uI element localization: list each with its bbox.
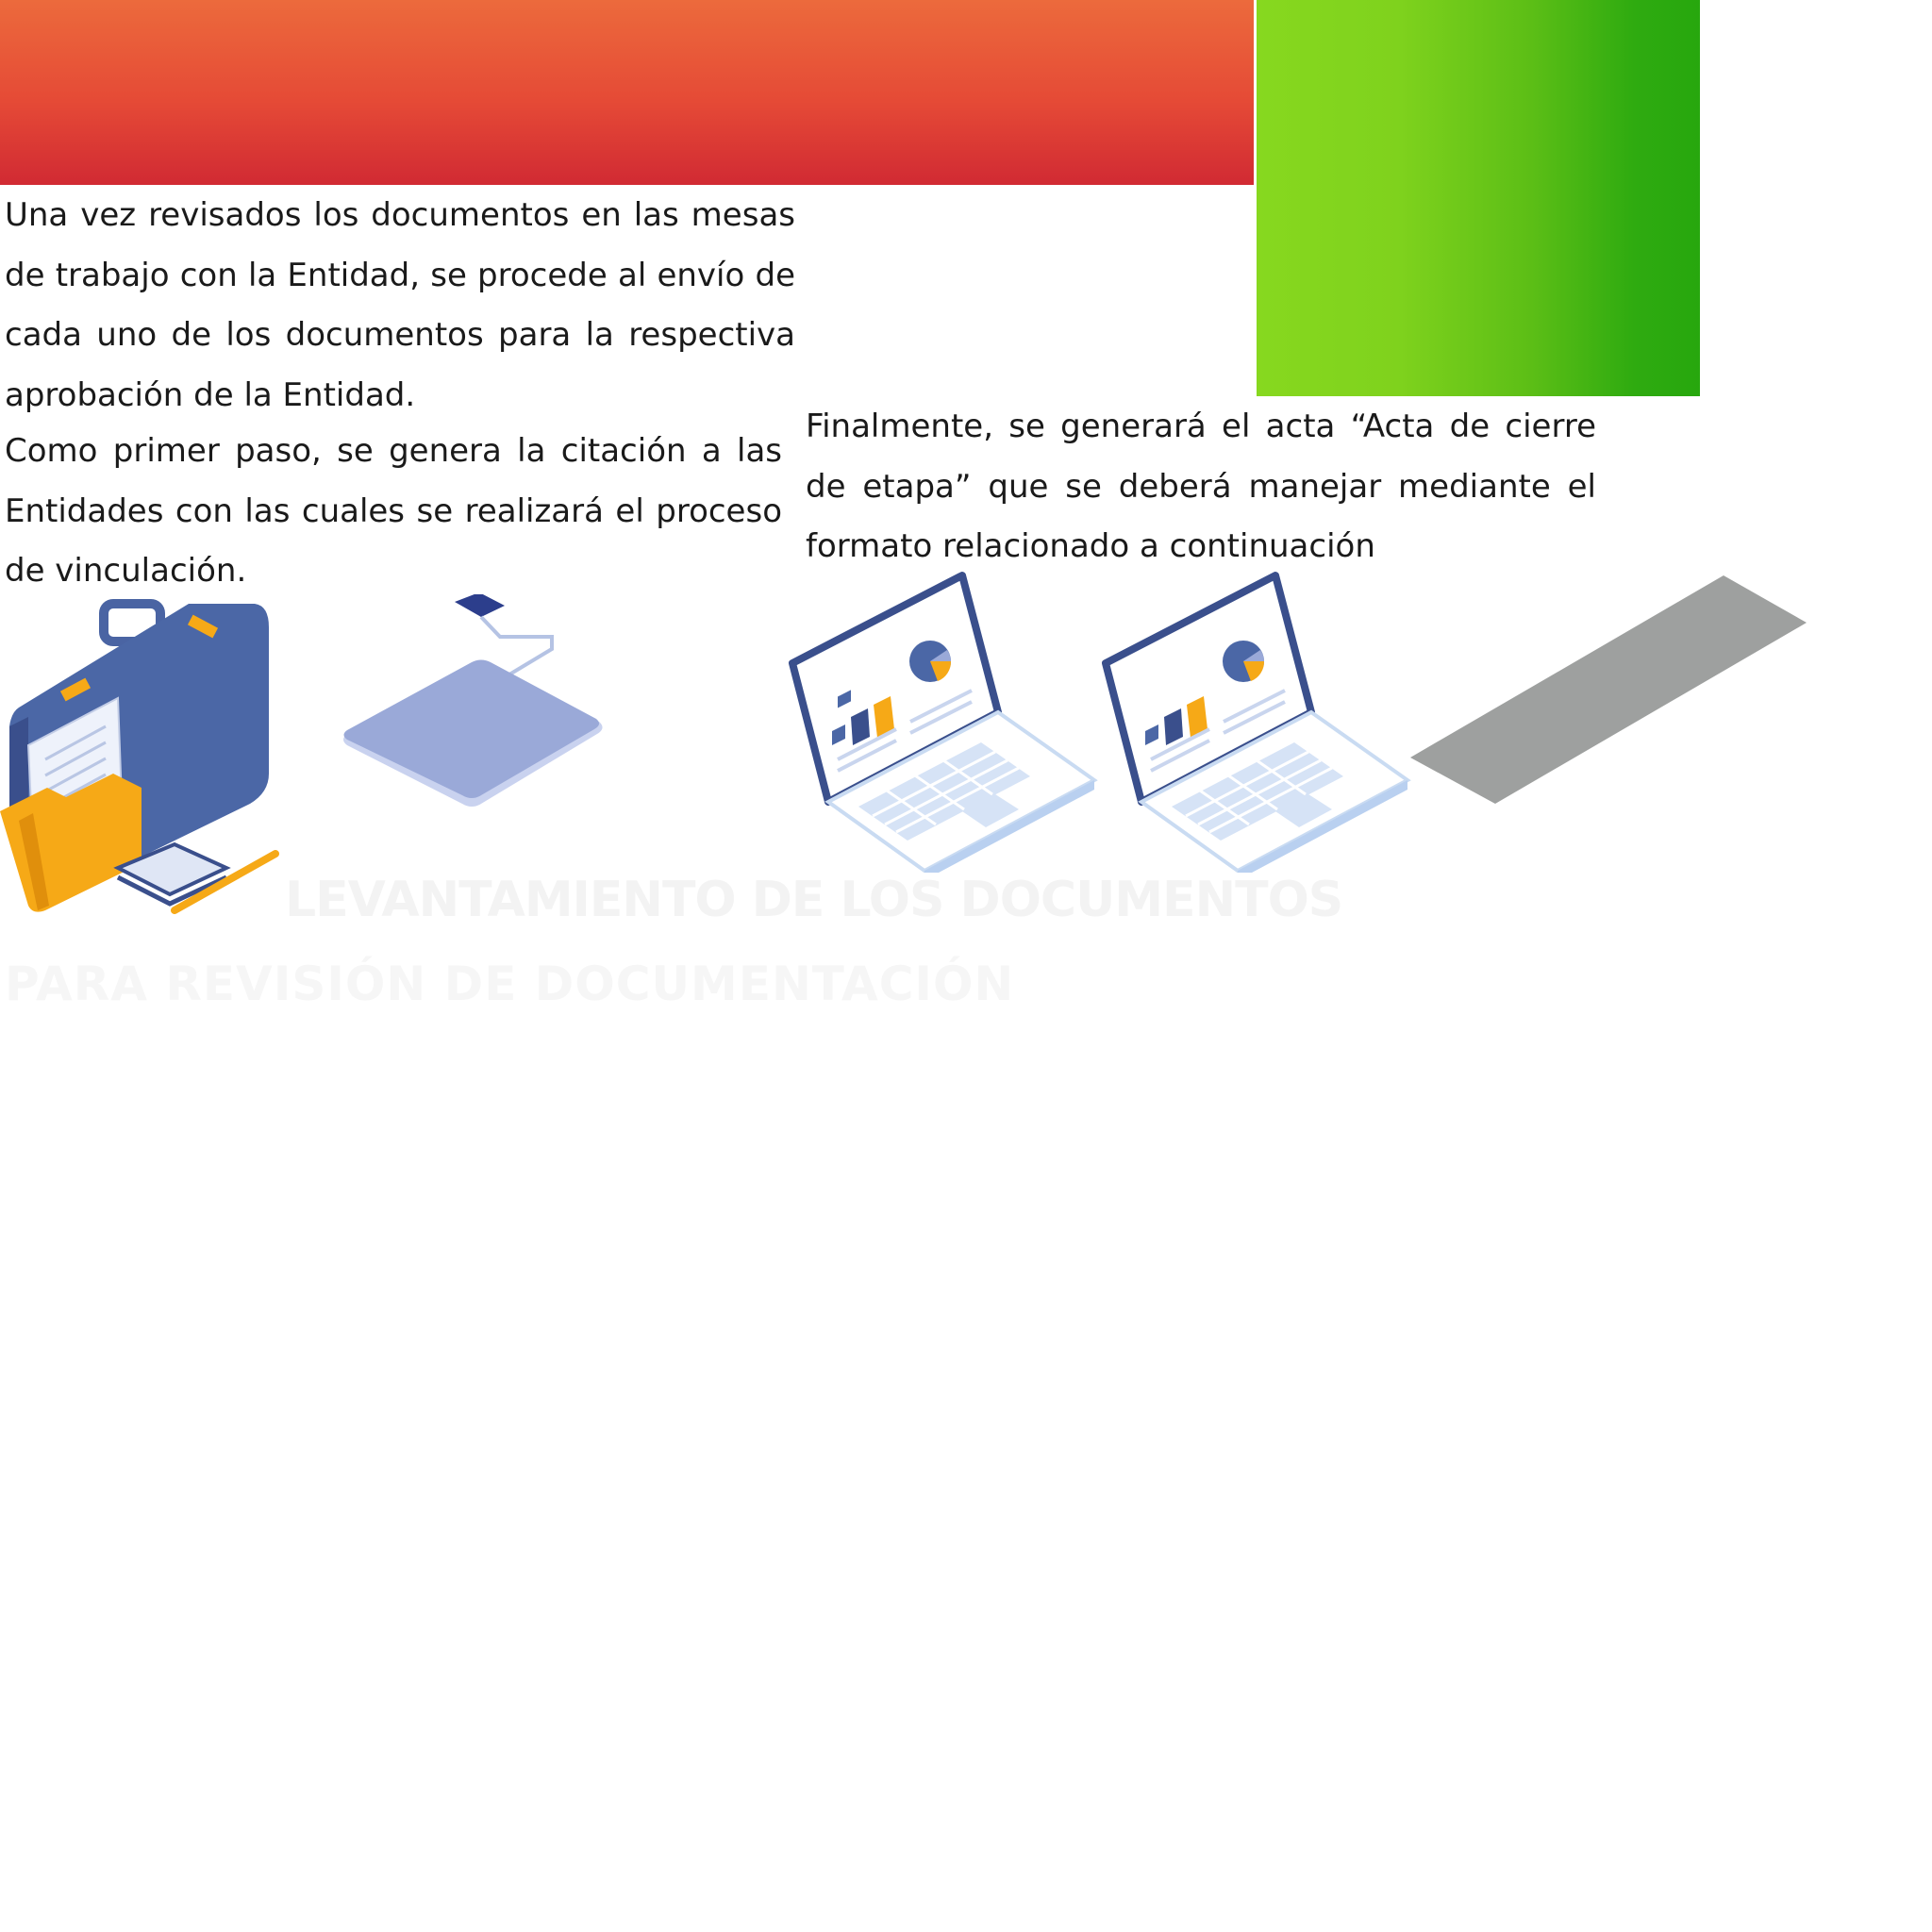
laptop-chart-icon (789, 572, 1098, 873)
tablet-pad-icon (343, 594, 603, 807)
gray-isometric-panel-icon (1410, 575, 1807, 804)
briefcase-folder-icon (0, 599, 279, 914)
section-heading-title: LEVANTAMIENTO DE LOS DOCUMENTOS (285, 872, 1343, 928)
laptop-chart-icon (1102, 572, 1411, 873)
paragraph-review-documents: Una vez revisados los documentos en las … (5, 196, 795, 414)
green-gradient-panel (1257, 0, 1700, 396)
paragraph-final-act: Finalmente, se generará el acta “Acta de… (806, 408, 1596, 565)
section-heading-subtitle: PARA REVISIÓN DE DOCUMENTACIÓN (5, 957, 1015, 1011)
header-gradient-band (0, 0, 1254, 185)
paragraph-first-step: Como primer paso, se genera la citación … (5, 432, 782, 590)
